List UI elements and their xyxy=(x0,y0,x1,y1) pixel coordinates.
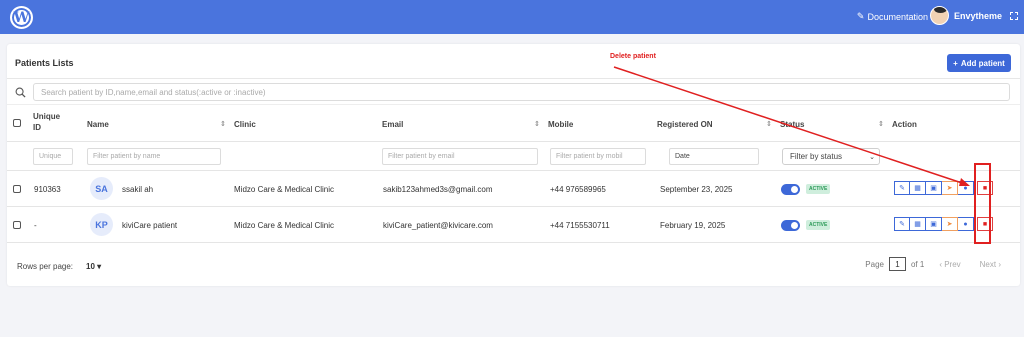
header-email[interactable]: Email xyxy=(382,120,403,129)
cell-clinic: Midzo Care & Medical Clinic xyxy=(234,185,335,194)
filter-unique-input[interactable]: Unique xyxy=(33,148,73,165)
header-divider xyxy=(7,78,1020,79)
edit-icon: ✎ xyxy=(856,11,865,21)
user-menu[interactable]: Envytheme xyxy=(929,6,1002,25)
edit-icon[interactable]: ✎ xyxy=(894,217,910,231)
patients-panel: Patients Lists + Add patient Search pati… xyxy=(7,44,1020,286)
documentation-label: Documentation xyxy=(867,11,928,22)
rows-per-page-value: 10 xyxy=(86,262,95,271)
sort-icon[interactable]: ⇕ xyxy=(534,120,540,128)
chevron-down-icon: ⌄ xyxy=(869,153,875,161)
cell-registered: February 19, 2025 xyxy=(660,221,726,230)
filter-mobile-input[interactable]: Filter patient by mobil xyxy=(550,148,646,165)
header-unique-id[interactable]: Unique ID xyxy=(33,111,65,133)
table-row: - KP kiviCare patient Midzo Care & Medic… xyxy=(7,207,1020,243)
top-bar: W ✎ Documentation Envytheme xyxy=(0,0,1024,34)
filter-email-input[interactable]: Filter patient by email xyxy=(382,148,538,165)
send-icon[interactable]: ➤ xyxy=(942,181,958,195)
header-clinic[interactable]: Clinic xyxy=(234,120,256,129)
filter-row: Unique Filter patient by name Filter pat… xyxy=(7,142,1020,171)
header-name[interactable]: Name xyxy=(87,120,109,129)
table-row: 910363 SA ssakil ah Midzo Care & Medical… xyxy=(7,171,1020,207)
user-icon[interactable]: ● xyxy=(958,181,974,195)
search-input[interactable]: Search patient by ID,name,email and stat… xyxy=(33,83,1010,101)
cell-mobile: +44 7155530711 xyxy=(550,221,610,230)
cell-mobile: +44 976589965 xyxy=(550,185,606,194)
appointment-icon[interactable]: ▣ xyxy=(926,217,942,231)
annotation-label: Delete patient xyxy=(610,53,656,60)
page-title: Patients Lists xyxy=(15,58,74,68)
cell-unique-id: 910363 xyxy=(34,185,61,194)
sort-icon[interactable]: ⇕ xyxy=(878,120,884,128)
avatar: KP xyxy=(90,213,113,236)
sort-icon[interactable]: ⇕ xyxy=(766,120,772,128)
appointment-icon[interactable]: ▣ xyxy=(926,181,942,195)
plus-icon: + xyxy=(953,58,958,68)
header-action: Action xyxy=(892,120,917,129)
cell-email: kiviCare_patient@kivicare.com xyxy=(383,221,493,230)
status-badge: ACTIVE xyxy=(806,184,831,194)
select-all-checkbox[interactable] xyxy=(13,119,21,127)
calendar-icon[interactable]: ▦ xyxy=(910,217,926,231)
page-input[interactable]: 1 xyxy=(888,257,906,271)
annotation-highlight-box xyxy=(974,163,991,244)
header-mobile[interactable]: Mobile xyxy=(548,120,573,129)
edit-icon[interactable]: ✎ xyxy=(894,181,910,195)
filter-date-input[interactable]: Date xyxy=(669,148,759,165)
avatar: SA xyxy=(90,177,113,200)
user-name: Envytheme xyxy=(953,10,1002,21)
cell-clinic: Midzo Care & Medical Clinic xyxy=(234,221,335,230)
filter-status-label: Filter by status xyxy=(790,152,843,161)
sort-icon[interactable]: ⇕ xyxy=(220,120,226,128)
wordpress-logo-icon[interactable]: W xyxy=(10,6,33,29)
cell-name: kiviCare patient xyxy=(122,221,178,230)
status-toggle[interactable] xyxy=(781,220,800,231)
rows-per-page-select[interactable]: 10 ▾ xyxy=(86,262,101,271)
send-icon[interactable]: ➤ xyxy=(942,217,958,231)
fullscreen-icon[interactable] xyxy=(1010,12,1018,20)
next-label: Next xyxy=(979,259,997,269)
row-checkbox[interactable] xyxy=(13,221,21,229)
user-avatar xyxy=(929,6,949,25)
next-button[interactable]: Next › xyxy=(980,260,1001,269)
cell-unique-id: - xyxy=(34,221,37,230)
add-patient-label: Add patient xyxy=(960,58,1005,68)
cell-name: ssakil ah xyxy=(122,185,154,194)
page-label: Page xyxy=(865,259,884,269)
add-patient-button[interactable]: + Add patient xyxy=(947,54,1011,72)
caret-down-icon: ▾ xyxy=(97,262,102,271)
pagination: Page 1 of 1 ‹ Prev Next › xyxy=(865,257,1001,271)
status-toggle[interactable] xyxy=(781,184,800,195)
header-status[interactable]: Status xyxy=(780,120,804,129)
prev-label: Prev xyxy=(944,259,961,269)
cell-registered: September 23, 2025 xyxy=(660,185,733,194)
search-icon xyxy=(15,87,26,98)
table-header: Unique ID Name ⇕ Clinic Email ⇕ Mobile R… xyxy=(7,104,1020,142)
calendar-icon[interactable]: ▦ xyxy=(910,181,926,195)
documentation-link[interactable]: ✎ Documentation xyxy=(857,11,928,22)
header-registered-on[interactable]: Registered ON xyxy=(657,120,713,129)
user-icon[interactable]: ● xyxy=(958,217,974,231)
filter-name-input[interactable]: Filter patient by name xyxy=(87,148,221,165)
prev-button[interactable]: ‹ Prev xyxy=(939,260,960,269)
status-badge: ACTIVE xyxy=(806,220,831,230)
row-checkbox[interactable] xyxy=(13,185,21,193)
page-of-label: of 1 xyxy=(910,259,925,269)
rows-per-page-label: Rows per page: xyxy=(17,262,74,271)
cell-email: sakib123ahmed3s@gmail.com xyxy=(383,185,493,194)
filter-status-select[interactable]: Filter by status ⌄ xyxy=(782,148,880,165)
